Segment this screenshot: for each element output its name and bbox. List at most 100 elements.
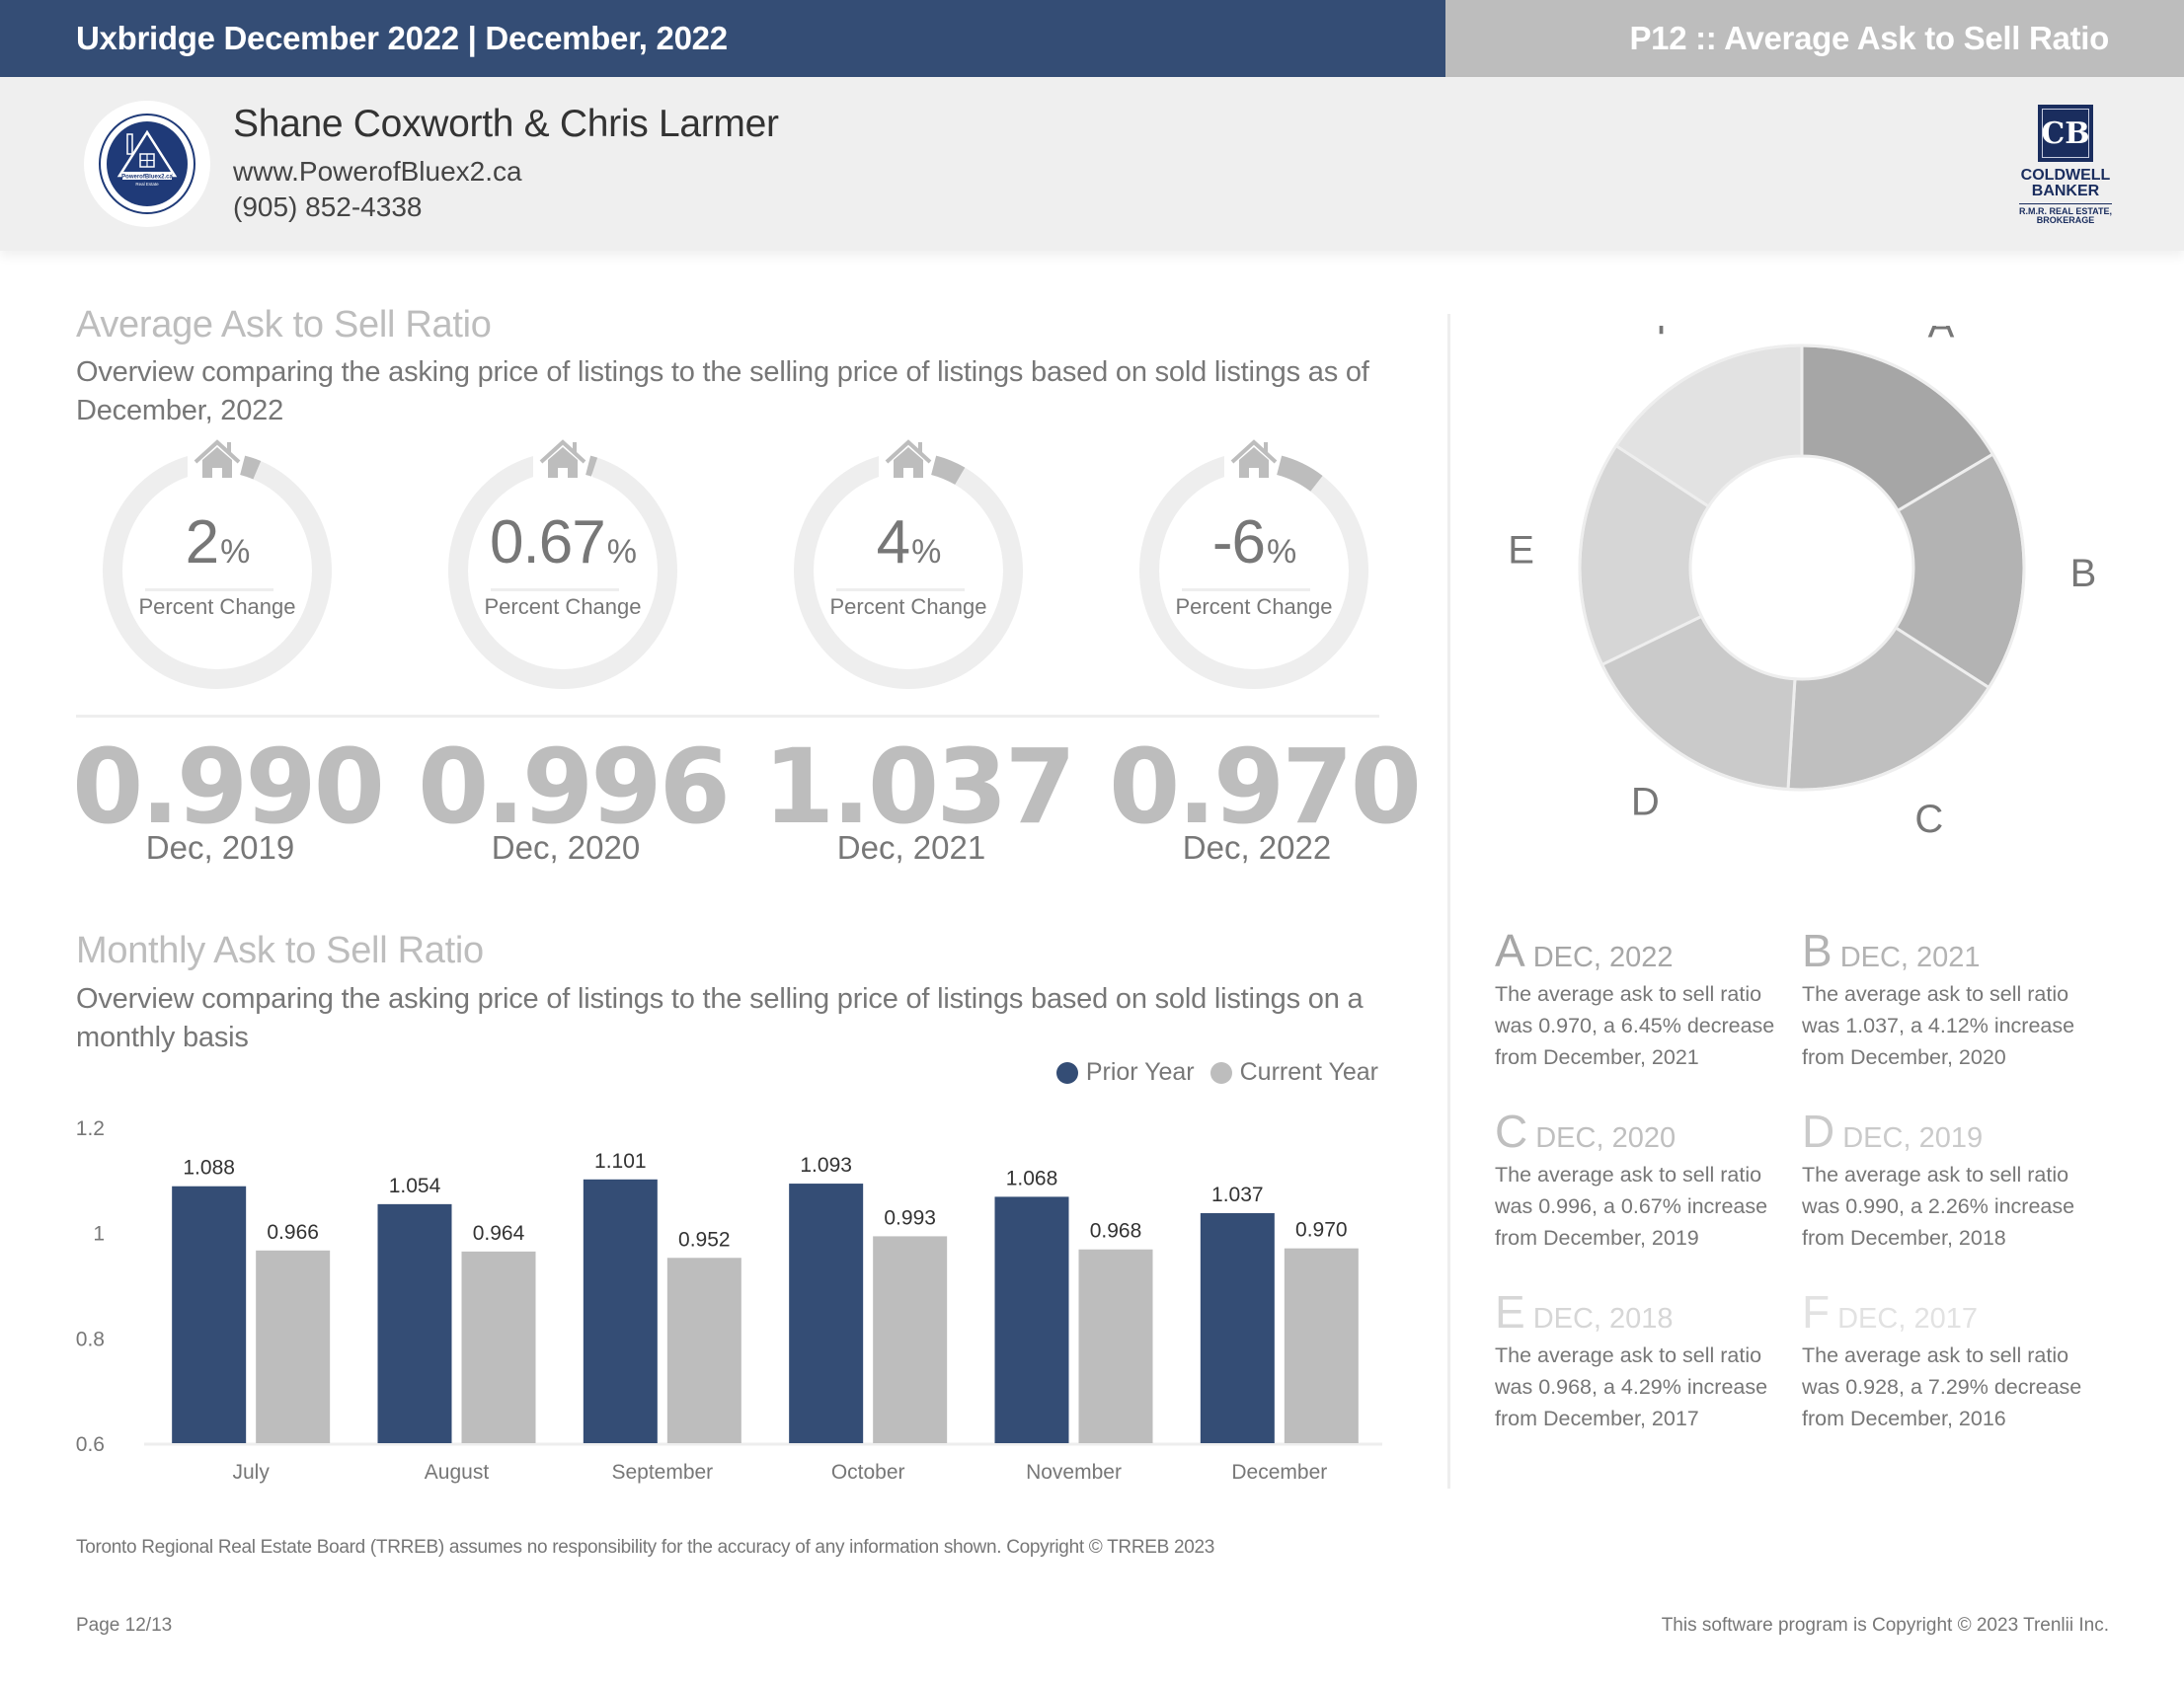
history-letter: B (1802, 925, 1833, 976)
gauge-value: 0.67% (434, 507, 691, 577)
gauge: -6% Percent Change (1126, 430, 1382, 697)
history-letter: E (1495, 1286, 1525, 1338)
x-tick-label: November (1026, 1461, 1122, 1484)
gauge-value: -6% (1126, 507, 1382, 577)
year-ratio-label: Dec, 2019 (145, 829, 295, 866)
gauge-value: 4% (780, 507, 1037, 577)
history-item: E DEC, 2018 The average ask to sell ratio… (1495, 1289, 1791, 1434)
footer-copyright: This software program is Copyright © 202… (1661, 1615, 2109, 1636)
gauge-divider (1182, 588, 1310, 591)
gauge-unit: % (606, 533, 637, 571)
donut-label: A (1928, 326, 1955, 345)
year-ratio-label: Dec, 2021 (836, 829, 986, 866)
gauge-number: -6 (1211, 508, 1266, 576)
bar-prior-year (377, 1203, 452, 1443)
history-text: The average ask to sell ratio was 0.968,… (1495, 1343, 1768, 1430)
coldwell-banker-monogram-icon: CB (2038, 105, 2093, 162)
brokerage-name-line1: COLDWELL (2020, 167, 2111, 184)
bar-value-label: 0.993 (884, 1206, 936, 1229)
footer-disclaimer: Toronto Regional Real Estate Board (TRRE… (76, 1537, 1215, 1558)
svg-text:PowerofBluex2.ca: PowerofBluex2.ca (121, 175, 173, 181)
yearly-donut-chart: A B C D E F (1508, 326, 2097, 841)
bar-prior-year (1200, 1212, 1275, 1443)
bar-value-label: 0.964 (473, 1222, 525, 1245)
bar-value-label: 0.970 (1295, 1219, 1348, 1242)
history-letter: F (1802, 1286, 1831, 1338)
history-text: The average ask to sell ratio was 0.928,… (1802, 1343, 2082, 1430)
x-tick-label: September (611, 1461, 713, 1484)
gauge-unit: % (1266, 533, 1296, 571)
agent-header: PowerofBluex2.ca Real Estate Shane Coxwo… (0, 77, 2184, 251)
legend-label: Prior Year (1085, 1058, 1195, 1086)
history-item: C DEC, 2020 The average ask to sell ratio… (1495, 1109, 1791, 1254)
section-divider (76, 715, 1379, 718)
gauge-divider (836, 588, 965, 591)
gauge-fill (239, 455, 262, 480)
chart-legend: Prior Year Current Year (1041, 1058, 1378, 1087)
gauge: 2% Percent Change (89, 430, 346, 697)
history-letter: D (1802, 1106, 1835, 1157)
gauge: 0.67% Percent Change (434, 430, 691, 697)
legend-swatch-prior-year (1055, 1061, 1078, 1084)
bar-value-label: 1.054 (389, 1175, 441, 1197)
bar-prior-year (789, 1184, 864, 1443)
history-text: The average ask to sell ratio was 0.970,… (1495, 982, 1775, 1069)
gauge-label: Percent Change (829, 594, 987, 619)
history-item: F DEC, 2017 The average ask to sell ratio… (1802, 1289, 2098, 1434)
agent-website-link[interactable]: www.PowerofBluex2.ca (233, 156, 522, 188)
history-item: D DEC, 2019 The average ask to sell ratio… (1802, 1109, 2098, 1254)
year-ratio-label: Dec, 2020 (491, 829, 641, 866)
svg-text:Real Estate: Real Estate (135, 182, 159, 187)
y-tick-label: 1 (93, 1223, 105, 1246)
brokerage-name-line2: BANKER (2031, 183, 2100, 199)
gauge-fill (930, 455, 966, 486)
legend-item-prior-year: Prior Year (1055, 1058, 1195, 1087)
history-date: DEC, 2018 (1532, 1303, 1674, 1335)
bar-current-year (461, 1251, 536, 1443)
panel-divider (1447, 314, 1450, 1489)
average-section-description: Overview comparing the asking price of l… (76, 356, 1369, 426)
x-tick-label: July (232, 1461, 270, 1484)
donut-label: B (2070, 552, 2097, 595)
gauge-fill (585, 455, 598, 477)
x-tick-label: October (831, 1461, 905, 1484)
legend-label: Current Year (1239, 1058, 1378, 1086)
power-of-blue-logo-icon: PowerofBluex2.ca Real Estate (99, 114, 195, 214)
gauge-value: 2% (89, 507, 346, 577)
bar-current-year (256, 1250, 331, 1443)
bar-value-label: 1.068 (1006, 1167, 1058, 1189)
legend-swatch-current-year (1209, 1061, 1232, 1084)
agent-logo: PowerofBluex2.ca Real Estate (84, 101, 210, 227)
gauge-divider (491, 588, 619, 591)
bar-value-label: 1.093 (800, 1154, 852, 1177)
donut-label: E (1508, 529, 1534, 573)
gauge-unit: % (220, 533, 250, 571)
bar-prior-year (172, 1186, 247, 1443)
gauge-label: Percent Change (138, 594, 296, 619)
average-section-title: Average Ask to Sell Ratio (76, 304, 492, 345)
y-tick-label: 0.8 (76, 1328, 105, 1350)
history-item: B DEC, 2021 The average ask to sell ratio… (1802, 928, 2098, 1073)
bar-value-label: 0.968 (1090, 1220, 1142, 1243)
legend-item-current-year: Current Year (1209, 1058, 1378, 1087)
donut-label: C (1914, 798, 1943, 841)
gauge-number: 0.67 (490, 508, 606, 576)
year-ratio-label: Dec, 2022 (1182, 829, 1332, 866)
x-tick-label: August (425, 1461, 490, 1484)
brokerage-sub-line2: BROKERAGE (2036, 215, 2095, 225)
gauge: 4% Percent Change (780, 430, 1037, 697)
history-date: DEC, 2022 (1532, 942, 1674, 973)
history-letter: C (1495, 1106, 1528, 1157)
agent-phone: (905) 852-4338 (233, 192, 423, 222)
gauge-number: 4 (876, 508, 910, 576)
bar-current-year (873, 1236, 948, 1443)
gauge-number: 2 (185, 508, 219, 576)
bar-value-label: 0.966 (267, 1221, 319, 1244)
history-date: DEC, 2019 (1842, 1122, 1984, 1154)
donut-label: D (1631, 781, 1660, 824)
y-tick-label: 1.2 (76, 1117, 105, 1140)
bar-current-year (1078, 1249, 1153, 1443)
bar-prior-year (994, 1196, 1069, 1443)
bar-value-label: 1.101 (594, 1150, 647, 1173)
bar-value-label: 1.088 (183, 1157, 235, 1180)
